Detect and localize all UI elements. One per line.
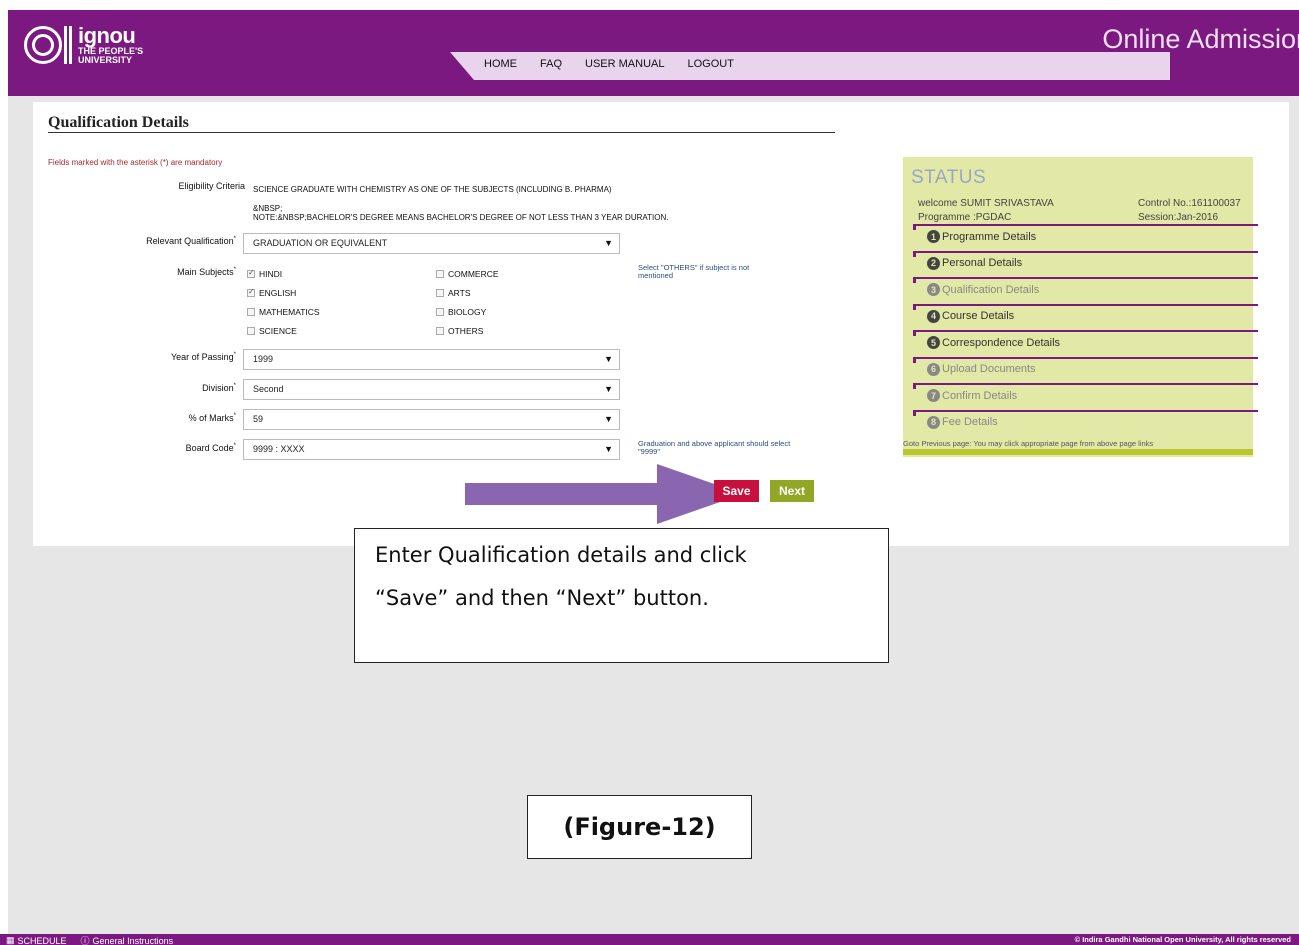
step-number-icon: 7 [927,389,940,402]
step-fee-details[interactable]: 8 Fee Details [913,409,1258,437]
step-course-details[interactable]: 4 Course Details [913,303,1258,331]
step-programme-details[interactable]: 1 Programme Details [913,224,1258,251]
step-number-icon: 5 [927,336,940,349]
logo-name: ignou [78,23,136,48]
site-footer: ▦ SCHEDULE ⓘ General Instructions © Indira… [0,934,1299,945]
subject-arts-checkbox[interactable]: ARTS [436,288,471,298]
division-label: Division* [202,383,236,393]
welcome-text: welcome SUMIT SRIVASTAVA [918,198,1054,209]
step-number-icon: 4 [927,309,940,323]
step-qualification-details[interactable]: 3 Qualification Details [913,277,1258,304]
copyright-text: © Indira Gandhi National Open University… [1074,935,1291,944]
subject-mathematics-checkbox[interactable]: MATHEMATICS [247,307,320,317]
page-title: Qualification Details [48,114,189,131]
eligibility-text: SCIENCE GRADUATE WITH CHEMISTRY AS ONE O… [253,185,612,194]
nav-logout[interactable]: LOGOUT [687,58,733,70]
site-title: Online Admission [1102,24,1299,54]
eligibility-note: NOTE:&NBSP;BACHELOR'S DEGREE MEANS BACHE… [253,213,669,222]
figure-caption: (Figure-12) [527,795,752,859]
subject-hindi-checkbox[interactable]: HINDI [247,268,282,279]
footer-instructions-link[interactable]: ⓘ General Instructions [81,934,174,945]
checkbox-icon [436,289,444,297]
marks-select[interactable]: 59 ▼ [243,409,620,430]
info-icon: ⓘ [80,936,90,945]
chevron-down-icon: ▼ [604,444,613,454]
instruction-callout: Enter Qualification details and click “S… [354,528,889,663]
checkbox-icon [436,308,444,316]
chevron-down-icon: ▼ [604,238,613,248]
status-footer-bar [903,449,1253,455]
page-frame: ignou THE PEOPLE'S UNIVERSITY Online Adm… [8,10,1299,935]
step-number-icon: 2 [927,256,940,270]
step-number-icon: 3 [927,283,940,296]
session-text: Session:Jan-2016 [1138,212,1219,223]
ignou-logo[interactable]: ignou THE PEOPLE'S UNIVERSITY [20,24,143,66]
step-number-icon: 1 [927,230,940,243]
control-number: Control No.:161100037 [1138,198,1241,209]
eligibility-nbsp: &NBSP; [253,204,283,213]
mandatory-note: Fields marked with the asterisk (*) are … [48,158,223,167]
next-button[interactable]: Next [770,480,814,502]
step-number-icon: 6 [927,362,940,376]
status-title: STATUS [911,167,987,188]
chevron-down-icon: ▼ [604,414,613,424]
logo-sub-2: UNIVERSITY [78,55,133,65]
nav-faq[interactable]: FAQ [540,58,562,70]
checkbox-checked-icon [247,268,255,278]
main-panel: Qualification Details Fields marked with… [33,102,1289,546]
status-panel: STATUS welcome SUMIT SRIVASTAVA Programm… [903,157,1258,457]
year-of-passing-select[interactable]: 1999 ▼ [243,349,620,370]
callout-line-2: “Save” and then “Next” button. [375,586,709,610]
board-code-select[interactable]: 9999 : XXXX ▼ [243,439,620,460]
nav-home[interactable]: HOME [484,58,517,70]
chevron-down-icon: ▼ [604,354,613,364]
step-personal-details[interactable]: 2 Personal Details [913,250,1258,278]
status-steps: 1 Programme Details 2 Personal Details 3 Qu… [913,224,1258,436]
title-divider [48,132,835,133]
subjects-hint: Select "OTHERS" if subject is not mentio… [638,263,750,280]
chevron-down-icon: ▼ [604,384,613,394]
subject-others-checkbox[interactable]: OTHERS [436,326,483,336]
checkbox-checked-icon [247,287,255,297]
board-code-label: Board Code* [185,443,236,453]
main-subjects-label: Main Subjects* [177,267,236,277]
division-select[interactable]: Second ▼ [243,379,620,400]
subject-biology-checkbox[interactable]: BIOLOGY [436,307,486,317]
nav-user-manual[interactable]: USER MANUAL [585,58,664,70]
step-confirm-details[interactable]: 7 Confirm Details [913,383,1258,410]
board-code-hint: Graduation and above applicant should se… [638,439,791,456]
programme-text: Programme :PGDAC [918,212,1012,223]
footer-schedule-link[interactable]: ▦ SCHEDULE [6,935,67,945]
save-button[interactable]: Save [714,480,759,502]
relevant-qualification-label: Relevant Qualification* [146,236,236,246]
marks-label: % of Marks* [188,413,236,423]
ignou-emblem-icon [20,24,72,66]
status-note: Goto Previous page: You may click approp… [903,439,1154,448]
checkbox-icon [247,308,255,316]
callout-line-1: Enter Qualification details and click [375,543,747,567]
checkbox-icon [247,327,255,335]
nav-menu: HOME FAQ USER MANUAL LOGOUT [484,58,757,70]
relevant-qualification-select[interactable]: GRADUATION OR EQUIVALENT ▼ [243,233,620,254]
year-of-passing-label: Year of Passing* [170,352,236,362]
subject-science-checkbox[interactable]: SCIENCE [247,326,297,336]
subject-commerce-checkbox[interactable]: COMMERCE [436,269,499,279]
checkbox-icon [436,327,444,335]
eligibility-label: Eligibility Criteria [178,181,245,191]
annotation-arrow-icon [465,464,743,524]
checkbox-icon [436,270,444,278]
step-upload-documents[interactable]: 6 Upload Documents [913,356,1258,384]
calendar-icon: ▦ [6,935,15,945]
subject-english-checkbox[interactable]: ENGLISH [247,287,296,298]
step-correspondence-details[interactable]: 5 Correspondence Details [913,330,1258,357]
step-number-icon: 8 [927,415,940,429]
